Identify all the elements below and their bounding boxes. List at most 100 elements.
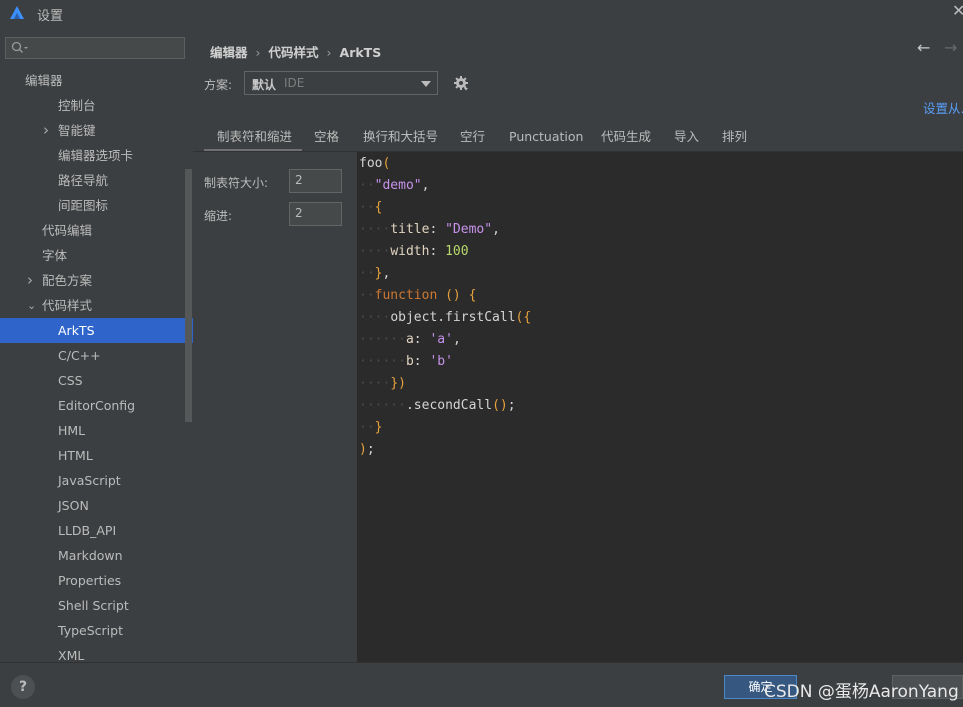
sidebar-item[interactable]: EditorConfig <box>0 393 185 418</box>
indent-input[interactable]: 2 <box>289 202 342 226</box>
scheme-value: 默认 <box>252 78 277 92</box>
tab-imports[interactable]: 导入 <box>674 126 699 152</box>
code-token: ······ <box>359 398 406 413</box>
sidebar-item[interactable]: JSON <box>0 493 185 518</box>
sidebar-item-label: Shell Script <box>58 598 129 613</box>
code-line: ······.secondCall(); <box>359 395 531 417</box>
code-token: 100 <box>445 244 469 259</box>
code-token: object.firstCall <box>390 310 516 325</box>
code-token: ; <box>366 442 375 457</box>
sidebar-item[interactable]: Markdown <box>0 543 185 568</box>
sidebar-item[interactable]: CSS <box>0 368 185 393</box>
gear-icon[interactable] <box>453 75 469 91</box>
tab-blank-lines[interactable]: 空行 <box>460 126 485 152</box>
app-logo-icon <box>10 6 24 19</box>
code-token: ······ <box>359 354 406 369</box>
code-token: ({ <box>515 310 532 325</box>
sidebar-item[interactable]: LLDB_API <box>0 518 185 543</box>
sidebar-item-label: C/C++ <box>58 348 101 363</box>
dialog-footer: ? 确定 CSDN @蛋杨AaronYang <box>0 662 963 707</box>
tab-spaces[interactable]: 空格 <box>314 126 339 152</box>
settings-search-input[interactable] <box>5 37 185 59</box>
sidebar-item[interactable]: 字体 <box>0 243 185 268</box>
sidebar-item-label: 控制台 <box>58 98 96 113</box>
sidebar-item-label: 代码编辑 <box>42 223 93 238</box>
sidebar-item[interactable]: › 配色方案 <box>0 268 185 293</box>
sidebar-item[interactable]: Properties <box>0 568 185 593</box>
sidebar-item[interactable]: JavaScript <box>0 468 185 493</box>
set-from-link[interactable]: 设置从... <box>923 98 963 117</box>
sidebar-item[interactable]: ArkTS <box>0 318 193 343</box>
chevron-down-icon <box>421 81 431 87</box>
code-line: ····object.firstCall({ <box>359 307 531 329</box>
tab-tabs-and-indents[interactable]: 制表符和缩进 <box>204 126 302 152</box>
indent-label: 缩进: <box>204 209 233 223</box>
code-line: ··"demo", <box>359 175 531 197</box>
tab-code-generation[interactable]: 代码生成 <box>601 126 651 152</box>
breadcrumb-separator: › <box>255 45 261 60</box>
sidebar-item[interactable]: 编辑器选项卡 <box>0 143 185 168</box>
sidebar-item[interactable]: C/C++ <box>0 343 185 368</box>
sidebar-item[interactable]: XML <box>0 643 185 662</box>
scheme-dropdown[interactable]: 默认 IDE <box>244 71 438 95</box>
code-token: ···· <box>359 222 391 237</box>
sidebar-item[interactable]: 代码编辑 <box>0 218 185 243</box>
tab-wrapping-and-braces[interactable]: 换行和大括号 <box>363 126 438 152</box>
code-token: .secondCall <box>405 398 493 413</box>
settings-sidebar: 编辑器控制台 › 智能键编辑器选项卡路径导航 间距图标代码编辑字体 › 配色方案 ⌄ 代码样式… <box>0 26 193 662</box>
code-line: ); <box>359 439 531 461</box>
code-token: () <box>492 398 508 413</box>
code-token: ( <box>382 156 391 171</box>
sidebar-item-label: TypeScript <box>58 623 123 638</box>
help-button[interactable]: ? <box>11 675 35 699</box>
code-token: () <box>445 288 461 303</box>
code-preview[interactable]: foo(··"demo", ··{····title: "Demo", ····wi… <box>357 152 963 662</box>
sidebar-item-label: JavaScript <box>58 473 121 488</box>
code-token: ···· <box>359 310 391 325</box>
code-line: ····width: 100 <box>359 241 531 263</box>
code-token: "demo" <box>374 178 422 193</box>
sidebar-item[interactable]: HML <box>0 418 185 443</box>
code-token: ; <box>507 398 516 413</box>
code-token: }) <box>390 376 406 391</box>
chevron-down-icon[interactable]: ⌄ <box>27 293 36 318</box>
chevron-right-icon[interactable]: › <box>43 118 49 143</box>
sidebar-item-label: 编辑器选项卡 <box>58 148 134 163</box>
breadcrumb: 编辑器 › 代码样式 › ArkTS <box>210 42 381 61</box>
sidebar-item[interactable]: › 智能键 <box>0 118 185 143</box>
tab-punctuation[interactable]: Punctuation <box>509 126 583 152</box>
sidebar-item[interactable]: TypeScript <box>0 618 185 643</box>
chevron-right-icon[interactable]: › <box>27 268 33 293</box>
code-token: ·· <box>359 266 375 281</box>
sidebar-item-label: Markdown <box>58 548 123 563</box>
code-line: ··} <box>359 417 531 439</box>
sidebar-item[interactable]: ⌄ 代码样式 <box>0 293 185 318</box>
code-preview-text: foo(··"demo", ··{····title: "Demo", ····wi… <box>359 153 531 461</box>
search-icon <box>11 41 28 53</box>
scheme-label: 方案: <box>204 78 233 92</box>
code-line: ····title: "Demo", <box>359 219 531 241</box>
sidebar-item[interactable]: 编辑器 <box>0 68 185 93</box>
sidebar-scrollbar[interactable] <box>185 169 192 422</box>
code-token: "Demo" <box>445 222 493 237</box>
sidebar-item[interactable]: 间距图标 <box>0 193 185 218</box>
watermark: CSDN @蛋杨AaronYang <box>764 682 959 702</box>
tab-size-input[interactable]: 2 <box>289 169 342 193</box>
code-line: ······a: 'a', <box>359 329 531 351</box>
close-icon[interactable]: ✕ <box>952 1 963 20</box>
breadcrumb-item[interactable]: 编辑器 <box>210 45 248 60</box>
code-line: ··function () { <box>359 285 531 307</box>
sidebar-item[interactable]: 路径导航 <box>0 168 185 193</box>
sidebar-item[interactable]: 控制台 <box>0 93 185 118</box>
forward-arrow-icon[interactable]: → <box>944 38 957 57</box>
tab-arrangement[interactable]: 排列 <box>722 126 747 152</box>
breadcrumb-item[interactable]: 代码样式 <box>269 45 319 60</box>
back-arrow-icon[interactable]: ← <box>917 38 930 57</box>
breadcrumb-item: ArkTS <box>339 45 382 60</box>
code-token: ···· <box>359 244 391 259</box>
sidebar-item[interactable]: Shell Script <box>0 593 185 618</box>
window-title: 设置 <box>37 9 64 24</box>
sidebar-item[interactable]: HTML <box>0 443 185 468</box>
